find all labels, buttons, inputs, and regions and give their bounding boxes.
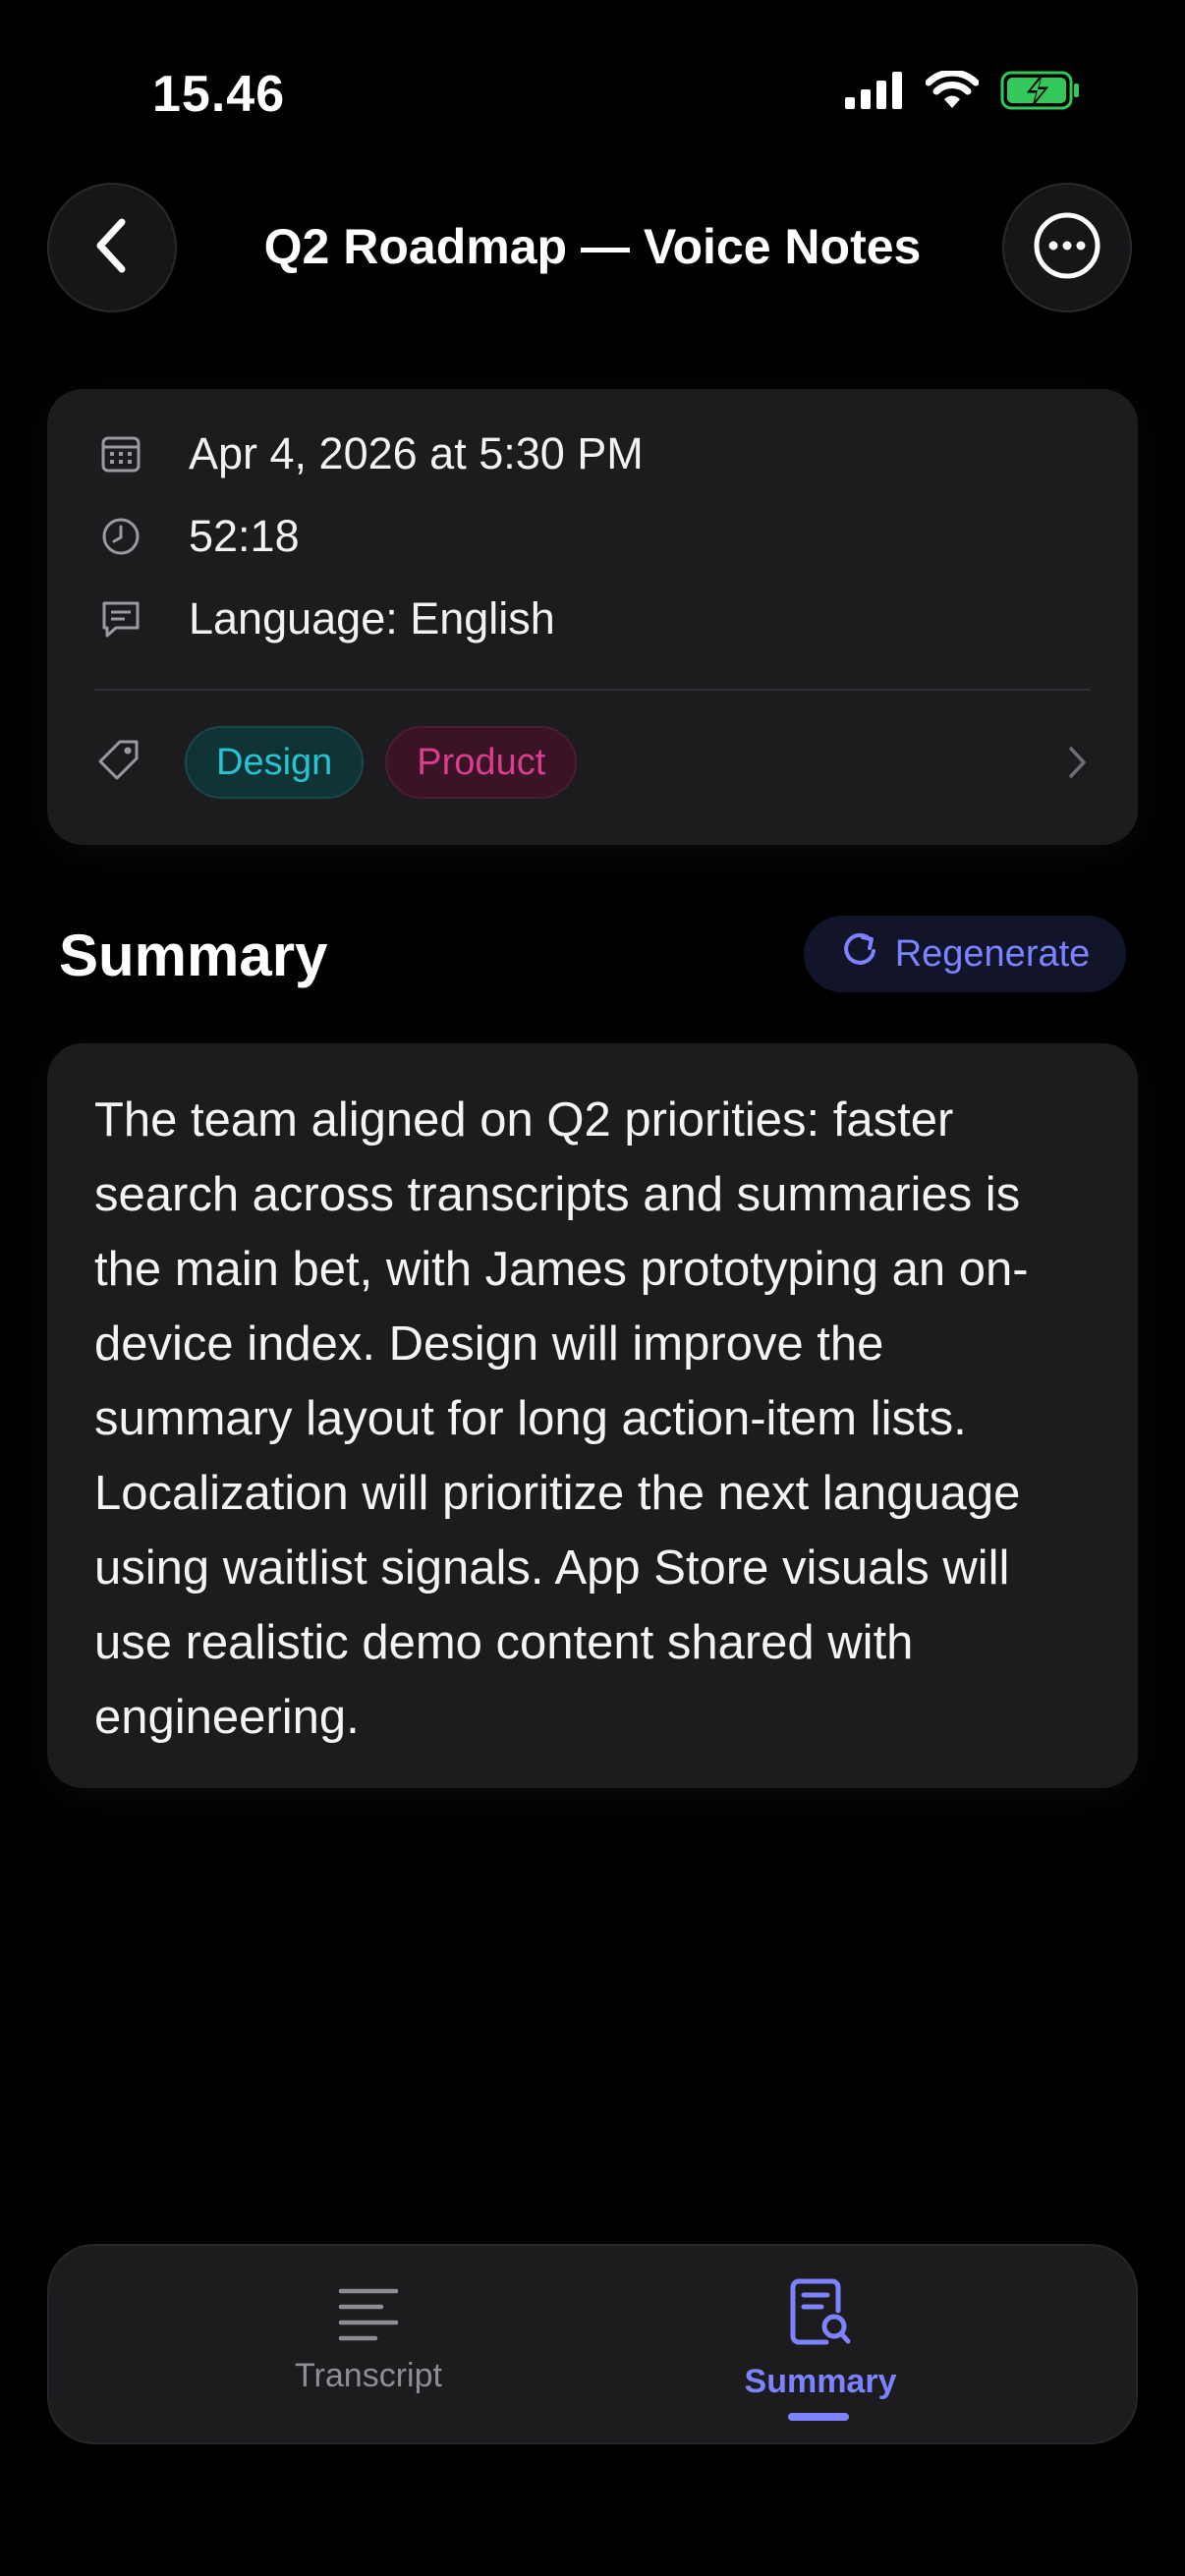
recording-info-card: Apr 4, 2026 at 5:30 PM 52:18 Language: E…	[47, 389, 1138, 845]
wifi-icon	[925, 69, 980, 115]
bottom-tab-bar: Transcript Summary	[47, 2244, 1138, 2444]
recording-duration: 52:18	[189, 511, 300, 561]
battery-charging-icon	[1000, 71, 1081, 115]
regenerate-button[interactable]: Regenerate	[804, 916, 1126, 992]
language-row: Language: English	[96, 593, 555, 644]
tab-summary-label: Summary	[744, 2363, 897, 2400]
document-search-icon	[789, 2277, 852, 2353]
refresh-icon	[840, 929, 879, 979]
recording-language: Language: English	[189, 593, 555, 644]
active-tab-indicator	[788, 2413, 849, 2421]
tab-transcript-label: Transcript	[295, 2357, 442, 2394]
tag-icon	[96, 738, 141, 788]
tag-design[interactable]: Design	[185, 726, 365, 799]
summary-text: The team aligned on Q2 priorities: faste…	[94, 1093, 1029, 1744]
screen: 15.46 Q2 Roadmap — Voice Notes Apr 4, 20…	[0, 0, 1185, 2576]
regenerate-label: Regenerate	[894, 932, 1091, 975]
recording-date: Apr 4, 2026 at 5:30 PM	[189, 428, 644, 478]
clock-icon	[96, 512, 145, 561]
status-icons	[845, 69, 1081, 115]
more-options-button[interactable]	[1002, 183, 1132, 312]
calendar-icon	[96, 429, 145, 478]
page-title: Q2 Roadmap — Voice Notes	[263, 219, 922, 274]
cellular-signal-icon	[845, 72, 904, 114]
back-button[interactable]	[47, 183, 177, 312]
chat-bubble-icon	[96, 594, 145, 644]
text-lines-icon	[338, 2287, 399, 2347]
ellipsis-circle-icon	[1033, 211, 1101, 285]
chevron-left-icon	[90, 216, 134, 280]
duration-row: 52:18	[96, 511, 300, 562]
tags-row[interactable]: Design Product	[96, 725, 1099, 800]
chevron-right-icon	[1067, 745, 1089, 785]
summary-card: The team aligned on Q2 priorities: faste…	[47, 1043, 1138, 1788]
summary-heading: Summary	[59, 923, 328, 988]
divider	[94, 689, 1091, 691]
status-time: 15.46	[152, 66, 286, 123]
tag-product[interactable]: Product	[385, 726, 578, 799]
tab-transcript[interactable]: Transcript	[226, 2246, 511, 2446]
date-row: Apr 4, 2026 at 5:30 PM	[96, 428, 644, 479]
status-bar: 15.46	[0, 0, 1185, 187]
